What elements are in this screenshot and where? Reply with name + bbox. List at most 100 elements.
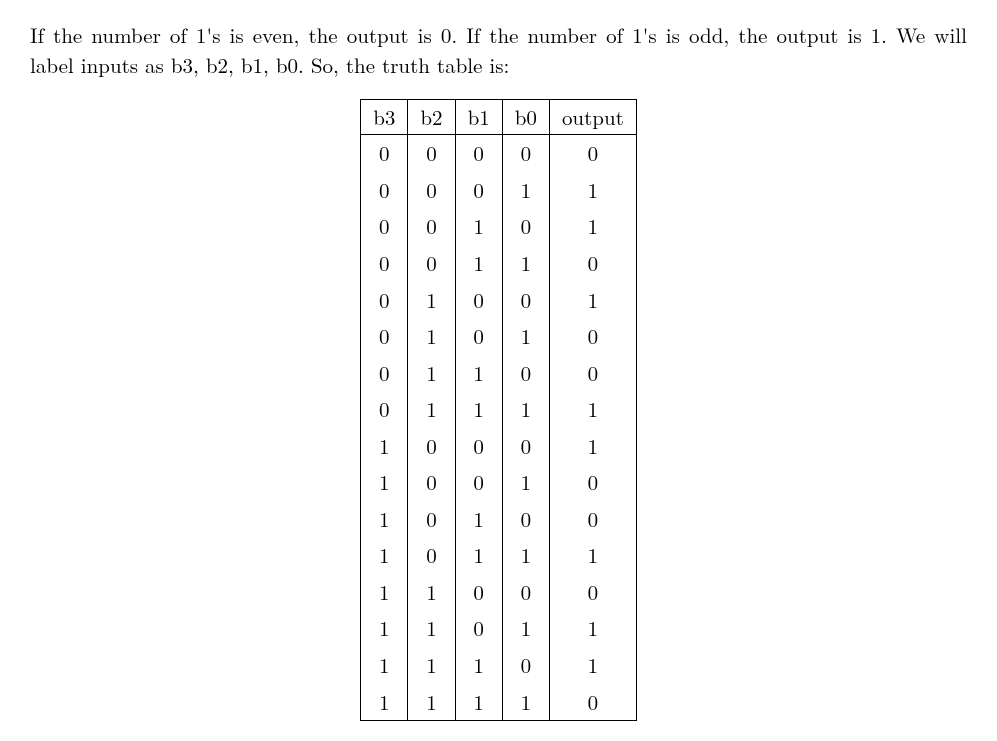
cell: 1 (502, 318, 549, 355)
cell: 0 (549, 318, 636, 355)
table-row: 10001 (361, 428, 637, 465)
table-row: 00011 (361, 172, 637, 209)
table-row: 10010 (361, 464, 637, 501)
cell: 0 (361, 245, 408, 282)
table-row: 10111 (361, 537, 637, 574)
cell: 1 (408, 355, 455, 392)
cell: 0 (361, 391, 408, 428)
cell: 1 (502, 391, 549, 428)
col-b1: b1 (455, 99, 502, 134)
cell: 0 (502, 574, 549, 611)
cell: 1 (549, 172, 636, 209)
cell: 0 (502, 135, 549, 172)
table-row: 01111 (361, 391, 637, 428)
cell: 0 (455, 428, 502, 465)
cell: 1 (502, 245, 549, 282)
cell: 1 (549, 391, 636, 428)
cell: 0 (549, 135, 636, 172)
table-row: 11110 (361, 684, 637, 721)
cell: 0 (455, 574, 502, 611)
cell: 0 (549, 464, 636, 501)
cell: 0 (502, 501, 549, 538)
col-b3: b3 (361, 99, 408, 134)
cell: 0 (408, 537, 455, 574)
cell: 0 (408, 208, 455, 245)
col-output: output (549, 99, 636, 134)
cell: 1 (549, 647, 636, 684)
cell: 1 (408, 391, 455, 428)
intro-paragraph: If the number of 1's is even, the output… (30, 20, 967, 81)
cell: 0 (455, 610, 502, 647)
col-b0: b0 (502, 99, 549, 134)
cell: 0 (549, 355, 636, 392)
cell: 1 (455, 208, 502, 245)
cell: 1 (549, 428, 636, 465)
cell: 0 (361, 282, 408, 319)
cell: 1 (361, 610, 408, 647)
cell: 1 (361, 684, 408, 721)
cell: 0 (549, 574, 636, 611)
cell: 1 (361, 537, 408, 574)
table-row: 01100 (361, 355, 637, 392)
cell: 1 (549, 282, 636, 319)
cell: 0 (361, 172, 408, 209)
cell: 1 (408, 318, 455, 355)
cell: 1 (502, 464, 549, 501)
cell: 1 (549, 610, 636, 647)
cell: 0 (502, 428, 549, 465)
cell: 1 (361, 574, 408, 611)
cell: 0 (408, 172, 455, 209)
cell: 1 (408, 610, 455, 647)
cell: 1 (361, 428, 408, 465)
cell: 1 (455, 684, 502, 721)
table-row: 01001 (361, 282, 637, 319)
cell: 1 (361, 647, 408, 684)
cell: 0 (361, 355, 408, 392)
cell: 1 (408, 574, 455, 611)
cell: 0 (502, 282, 549, 319)
cell: 1 (502, 684, 549, 721)
table-row: 11011 (361, 610, 637, 647)
cell: 1 (455, 245, 502, 282)
cell: 1 (455, 355, 502, 392)
table-row: 10100 (361, 501, 637, 538)
cell: 0 (408, 501, 455, 538)
table-row: 01010 (361, 318, 637, 355)
cell: 1 (361, 464, 408, 501)
table-row: 00101 (361, 208, 637, 245)
cell: 1 (408, 684, 455, 721)
cell: 1 (502, 610, 549, 647)
cell: 0 (361, 135, 408, 172)
truth-table: b3 b2 b1 b0 output 00000 00011 00101 001… (360, 99, 637, 721)
cell: 0 (408, 464, 455, 501)
cell: 0 (408, 135, 455, 172)
cell: 0 (361, 208, 408, 245)
cell: 1 (502, 172, 549, 209)
cell: 0 (455, 282, 502, 319)
cell: 1 (455, 647, 502, 684)
cell: 0 (502, 208, 549, 245)
table-row: 11101 (361, 647, 637, 684)
cell: 1 (455, 391, 502, 428)
cell: 0 (408, 428, 455, 465)
cell: 1 (502, 537, 549, 574)
cell: 0 (502, 647, 549, 684)
cell: 0 (455, 318, 502, 355)
cell: 0 (455, 172, 502, 209)
cell: 0 (455, 464, 502, 501)
cell: 1 (361, 501, 408, 538)
table-row: 00000 (361, 135, 637, 172)
cell: 1 (549, 208, 636, 245)
cell: 0 (549, 245, 636, 282)
cell: 1 (455, 501, 502, 538)
table-header-row: b3 b2 b1 b0 output (361, 99, 637, 134)
cell: 1 (549, 537, 636, 574)
table-row: 00110 (361, 245, 637, 282)
cell: 0 (408, 245, 455, 282)
cell: 0 (361, 318, 408, 355)
truth-table-wrap: b3 b2 b1 b0 output 00000 00011 00101 001… (30, 99, 967, 721)
cell: 0 (549, 501, 636, 538)
cell: 0 (455, 135, 502, 172)
cell: 1 (408, 647, 455, 684)
cell: 1 (455, 537, 502, 574)
